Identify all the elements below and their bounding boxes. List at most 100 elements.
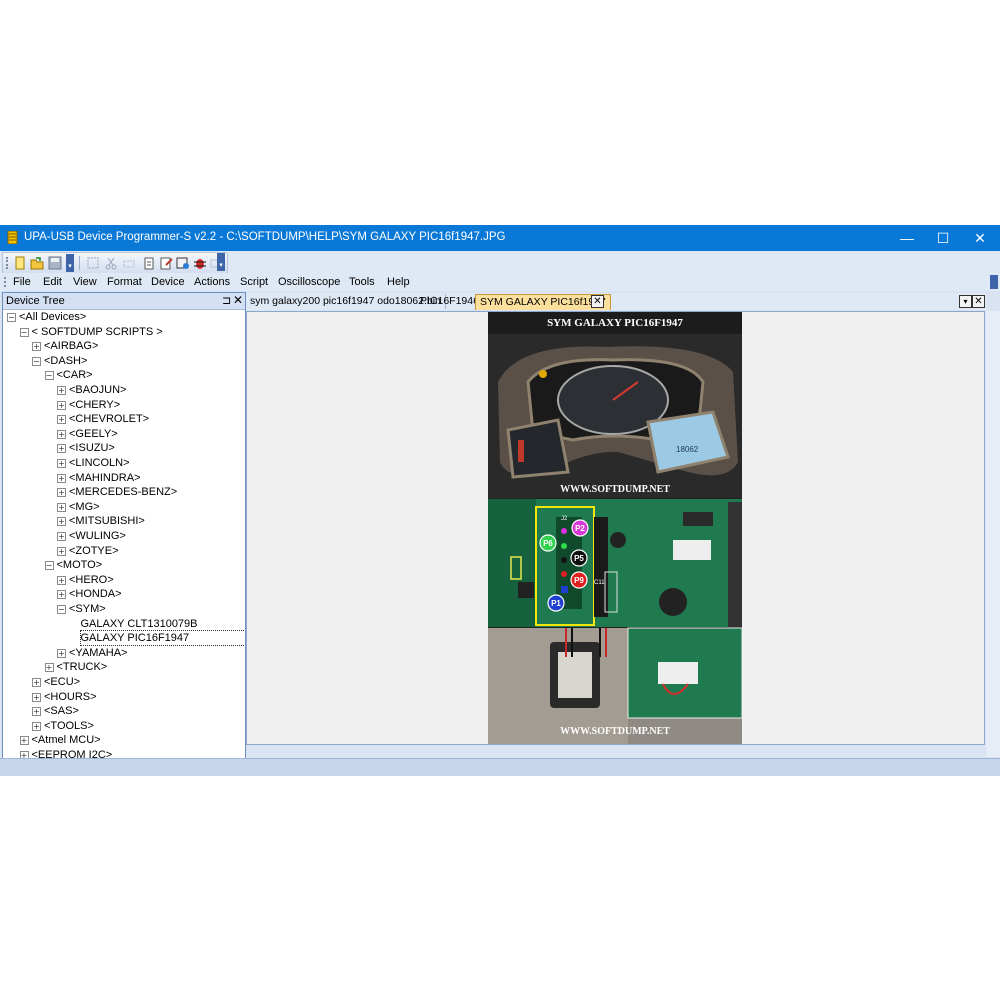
tree-node[interactable]: − <SYM> xyxy=(3,602,243,616)
collapse-icon[interactable]: − xyxy=(19,327,29,337)
tree-node-label[interactable]: <BAOJUN> xyxy=(69,383,126,397)
tree-node-label[interactable]: <TOOLS> xyxy=(44,719,94,733)
collapse-icon[interactable]: − xyxy=(7,313,16,322)
tree-node[interactable]: + <ISUZU> xyxy=(3,441,243,455)
open-folder-icon[interactable] xyxy=(30,256,44,270)
menu-format[interactable]: Format xyxy=(107,276,142,288)
menu-edit[interactable]: Edit xyxy=(43,276,62,288)
expand-icon[interactable]: + xyxy=(57,502,66,512)
expand-icon[interactable]: + xyxy=(57,386,66,395)
new-file-icon[interactable] xyxy=(13,256,27,270)
bug-icon[interactable] xyxy=(193,256,207,270)
paste-icon[interactable] xyxy=(142,256,156,270)
tree-node[interactable]: + <MITSUBISHI> xyxy=(3,514,243,528)
tree-node[interactable]: − <MOTO> xyxy=(3,558,243,572)
collapse-icon[interactable]: − xyxy=(32,356,41,366)
toolbar-grip-icon[interactable] xyxy=(6,257,10,269)
tree-node-label[interactable]: <YAMAHA> xyxy=(69,646,128,660)
expand-icon[interactable]: + xyxy=(44,663,54,673)
minimize-button[interactable]: — xyxy=(888,225,926,251)
menu-device[interactable]: Device xyxy=(151,276,185,288)
tree-node-label[interactable]: GALAXY CLT1310079B xyxy=(81,617,198,631)
tree-node[interactable]: + <CHEVROLET> xyxy=(3,412,243,426)
tree-node[interactable]: + <MG> xyxy=(3,500,243,514)
tree-node-label[interactable]: <MOTO> xyxy=(57,558,103,572)
tree-node-label[interactable]: <All Devices> xyxy=(19,310,86,324)
tree-node-label[interactable]: <HOURS> xyxy=(44,690,97,704)
tree-node-label[interactable]: <DASH> xyxy=(44,354,87,368)
tree-node-label[interactable]: <HONDA> xyxy=(69,587,122,601)
cut-icon[interactable] xyxy=(104,256,118,270)
expand-icon[interactable]: + xyxy=(57,575,66,585)
menu-oscilloscope[interactable]: Oscilloscope xyxy=(278,276,340,288)
tree-node[interactable]: + <TOOLS> xyxy=(3,719,243,733)
tree-node[interactable]: + <HONDA> xyxy=(3,587,243,601)
expand-icon[interactable]: + xyxy=(57,532,66,541)
right-scrollbar[interactable] xyxy=(986,311,1000,757)
toolbar-dropdown-1[interactable]: ▾ xyxy=(66,254,74,272)
tree-node-label[interactable]: <ECU> xyxy=(44,675,80,689)
tree-node[interactable]: + <BAOJUN> xyxy=(3,383,243,397)
tree-node[interactable]: + <Atmel MCU> xyxy=(3,733,243,747)
tree-node-label[interactable]: <SAS> xyxy=(44,704,79,718)
tree-node-label[interactable]: < SOFTDUMP SCRIPTS > xyxy=(32,325,163,339)
close-button[interactable]: ✕ xyxy=(961,225,999,251)
grid-icon[interactable] xyxy=(86,256,100,270)
expand-icon[interactable]: + xyxy=(57,459,66,468)
tree-node-label[interactable]: <AIRBAG> xyxy=(44,339,98,353)
tree-node[interactable]: + <ZOTYE> xyxy=(3,544,243,558)
tree-node-label[interactable]: <SYM> xyxy=(69,602,106,616)
tree-node[interactable]: GALAXY PIC16F1947 xyxy=(3,630,245,647)
expand-icon[interactable]: + xyxy=(57,546,66,556)
document-close-icon[interactable]: ✕ xyxy=(972,295,985,308)
copy-icon[interactable] xyxy=(122,256,136,270)
tree-node[interactable]: + <SAS> xyxy=(3,704,243,718)
expand-icon[interactable]: + xyxy=(57,488,66,498)
tree-node[interactable]: + <WULING> xyxy=(3,529,243,543)
tree-node-label[interactable]: GALAXY PIC16F1947 xyxy=(79,630,245,647)
toolbar-dropdown-2[interactable]: ▾ xyxy=(217,253,225,271)
tree-node-label[interactable]: <ISUZU> xyxy=(69,441,115,455)
collapse-icon[interactable]: − xyxy=(44,371,54,381)
tree-node-label[interactable]: <TRUCK> xyxy=(57,660,108,674)
tree-node[interactable]: + <MAHINDRA> xyxy=(3,471,243,485)
tree-node[interactable]: − <All Devices> xyxy=(3,310,243,324)
edit-icon[interactable] xyxy=(159,256,173,270)
tree-node[interactable]: + <YAMAHA> xyxy=(3,646,243,660)
tree-node[interactable]: + <LINCOLN> xyxy=(3,456,243,470)
menu-actions[interactable]: Actions xyxy=(194,276,230,288)
expand-icon[interactable]: + xyxy=(57,648,66,658)
expand-icon[interactable]: + xyxy=(32,721,41,731)
menu-tools[interactable]: Tools xyxy=(349,276,375,288)
tree-node-label[interactable]: <WULING> xyxy=(69,529,126,543)
tree-node-label[interactable]: <CAR> xyxy=(57,368,93,382)
expand-icon[interactable]: + xyxy=(32,342,41,352)
collapse-icon[interactable]: − xyxy=(57,605,66,614)
expand-icon[interactable]: + xyxy=(19,736,29,746)
tab-close-icon[interactable]: ✕ xyxy=(591,295,604,308)
menu-overflow-button[interactable] xyxy=(990,275,998,289)
tree-node[interactable]: + <MERCEDES-BENZ> xyxy=(3,485,243,499)
save-icon[interactable] xyxy=(48,256,62,270)
tree-node-label[interactable]: <MITSUBISHI> xyxy=(69,514,145,528)
expand-icon[interactable]: + xyxy=(57,473,66,483)
tab-pic16f1946[interactable]: PIC16F1946 xyxy=(416,294,484,309)
tree-node-label[interactable]: <MG> xyxy=(69,500,100,514)
expand-icon[interactable]: + xyxy=(57,590,66,600)
expand-icon[interactable]: + xyxy=(57,429,66,439)
tree-node[interactable]: + <HERO> xyxy=(3,573,243,587)
menu-file[interactable]: File xyxy=(13,276,31,288)
tree-node[interactable]: − <DASH> xyxy=(3,354,243,368)
tree-node[interactable]: + <HOURS> xyxy=(3,690,243,704)
tree-node-label[interactable]: <Atmel MCU> xyxy=(32,733,101,747)
tree-node[interactable]: + <ECU> xyxy=(3,675,243,689)
tree-node-label[interactable]: <HERO> xyxy=(69,573,114,587)
expand-icon[interactable]: + xyxy=(57,444,66,454)
maximize-button[interactable]: ☐ xyxy=(924,225,962,251)
tree-node[interactable]: GALAXY CLT1310079B xyxy=(3,617,243,631)
expand-icon[interactable]: + xyxy=(32,707,41,717)
tree-node-label[interactable]: <MAHINDRA> xyxy=(69,471,141,485)
tree-node-label[interactable]: <CHERY> xyxy=(69,398,120,412)
expand-icon[interactable]: + xyxy=(32,692,41,702)
tab-list-dropdown-icon[interactable]: ▾ xyxy=(959,295,972,308)
